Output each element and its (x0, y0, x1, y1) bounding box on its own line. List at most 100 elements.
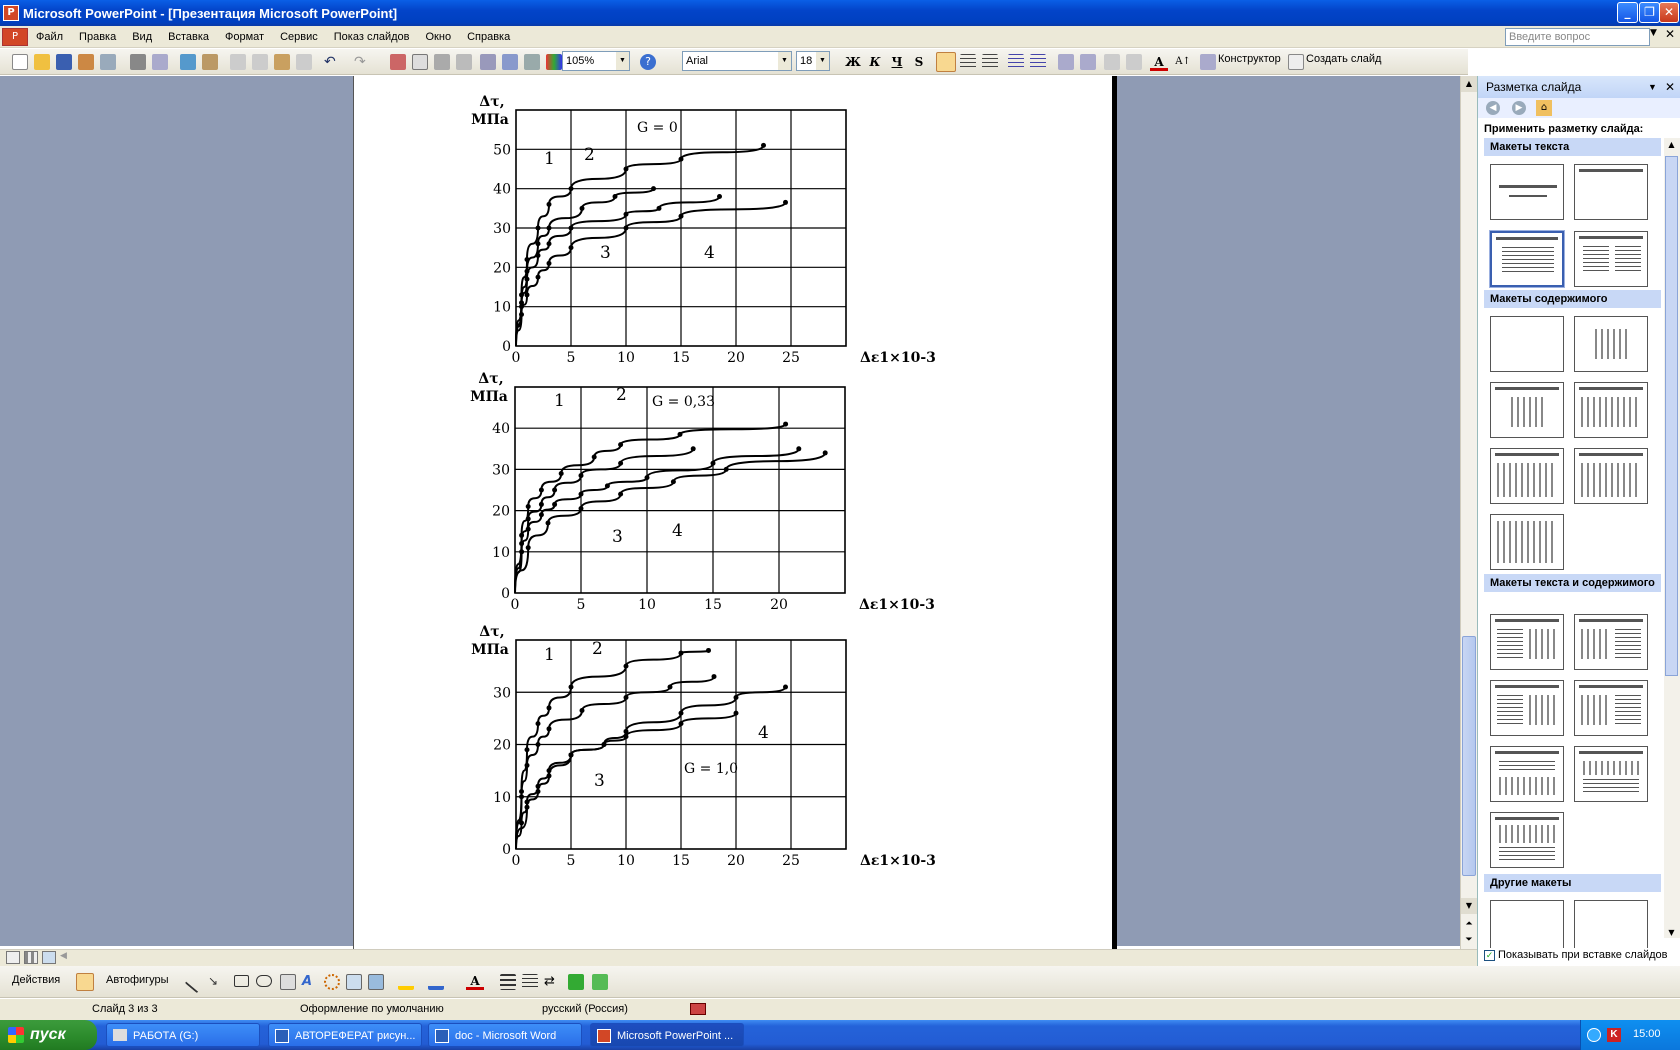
layout-text-content-4[interactable] (1574, 680, 1648, 736)
help-icon[interactable]: ? (640, 54, 656, 70)
layout-title-content[interactable] (1490, 382, 1564, 438)
ask-question-input[interactable]: Введите вопрос (1505, 28, 1650, 46)
align-right-icon[interactable] (982, 54, 998, 70)
align-left-icon[interactable] (936, 52, 956, 72)
layout-text-content-3[interactable] (1490, 680, 1564, 736)
new-slide-button[interactable]: Создать слайд (1306, 53, 1381, 65)
layout-text-content-2[interactable] (1574, 614, 1648, 670)
fill-color-icon[interactable] (398, 974, 414, 990)
slide-sorter-icon[interactable] (24, 951, 38, 964)
zoom-select[interactable]: 105% ▼ (562, 51, 630, 71)
next-slide-icon[interactable]: ⏷ (1461, 932, 1477, 948)
layout-two-column-text[interactable] (1574, 231, 1648, 287)
menu-view[interactable]: Вид (124, 31, 160, 43)
scroll-down-icon[interactable]: ▼ (1461, 898, 1477, 914)
open-icon[interactable] (34, 54, 50, 70)
expand-all-icon[interactable] (480, 54, 496, 70)
menu-slideshow[interactable]: Показ слайдов (326, 31, 418, 43)
format-painter-icon[interactable] (296, 54, 312, 70)
charts-figure[interactable]: 0 5 10 15 20 2501020304050Δτ,МПаΔε1×10-3G = 0… (354, 76, 1116, 949)
designer-button[interactable]: Конструктор (1218, 53, 1281, 65)
menu-tools[interactable]: Сервис (272, 31, 326, 43)
forward-icon[interactable]: ▶ (1512, 101, 1526, 115)
prev-slide-icon[interactable]: ⏶ (1461, 916, 1477, 932)
grid-icon[interactable] (524, 54, 540, 70)
task-powerpoint[interactable]: Microsoft PowerPoint ... (590, 1023, 744, 1047)
show-on-insert-option[interactable]: ✓ Показывать при вставке слайдов (1484, 949, 1668, 961)
scroll-thumb[interactable] (1462, 636, 1476, 876)
powerpoint-app-icon[interactable]: P (3, 5, 19, 21)
menu-format[interactable]: Формат (217, 31, 272, 43)
layout-title-two-content[interactable] (1574, 382, 1648, 438)
layout-title-content-2[interactable] (1490, 448, 1564, 504)
home-icon[interactable]: ⌂ (1536, 100, 1552, 116)
minimize-button[interactable]: _ (1617, 2, 1638, 23)
font-select[interactable]: Arial ▼ (682, 51, 792, 71)
textbox-icon[interactable] (280, 974, 296, 990)
underline-button[interactable]: Ч (888, 53, 906, 71)
layout-text-content-1[interactable] (1490, 614, 1564, 670)
line-spacing-icon[interactable] (1104, 54, 1120, 70)
layout-four-content[interactable] (1490, 514, 1564, 570)
align-center-icon[interactable] (960, 54, 976, 70)
cut-icon[interactable] (230, 54, 246, 70)
layout-text-content-6[interactable] (1574, 746, 1648, 802)
research-icon[interactable] (202, 54, 218, 70)
line-icon[interactable] (184, 970, 208, 994)
menu-window[interactable]: Окно (418, 31, 460, 43)
layout-blank[interactable] (1490, 316, 1564, 372)
clock[interactable]: 15:00 (1633, 1028, 1661, 1040)
insert-chart-icon[interactable] (390, 54, 406, 70)
layout-text-content-5[interactable] (1490, 746, 1564, 802)
tray-network-icon[interactable] (1587, 1028, 1601, 1042)
task-pane-scrollbar[interactable]: ▲ ▼ (1664, 138, 1680, 938)
horizontal-scrollbar[interactable]: ◀ (0, 949, 1477, 966)
arrow-style-icon[interactable]: ⇄ (544, 974, 560, 990)
maximize-button[interactable]: ❐ (1639, 2, 1660, 23)
decrease-indent-icon[interactable] (1058, 54, 1074, 70)
layout-other-2[interactable] (1574, 900, 1648, 948)
copy-icon[interactable] (252, 54, 268, 70)
start-button[interactable]: пуск (0, 1020, 97, 1050)
scroll-left-icon[interactable]: ◀ (60, 951, 67, 961)
doc-close-icon[interactable]: ✕ (1665, 27, 1675, 41)
email-icon[interactable] (100, 54, 116, 70)
tables-borders-icon[interactable] (434, 54, 450, 70)
new-icon[interactable] (12, 54, 28, 70)
task-pane-menu-icon[interactable]: ▼ (1648, 76, 1657, 98)
paste-icon[interactable] (274, 54, 290, 70)
select-pointer-icon[interactable] (76, 973, 94, 991)
layout-other-1[interactable] (1490, 900, 1564, 948)
document-icon[interactable]: P (2, 27, 28, 46)
diagram-icon[interactable] (324, 974, 340, 990)
spelling-icon[interactable] (180, 54, 196, 70)
show-formatting-icon[interactable] (502, 54, 518, 70)
picture-icon[interactable] (368, 974, 384, 990)
spelling-status-icon[interactable] (690, 1003, 706, 1015)
task-word-doc[interactable]: doc - Microsoft Word (428, 1023, 582, 1047)
layout-content[interactable] (1574, 316, 1648, 372)
color-grayscale-icon[interactable] (546, 54, 562, 70)
dash-style-icon[interactable] (522, 974, 538, 990)
shadow-style-icon[interactable] (568, 974, 584, 990)
permission-icon[interactable] (78, 54, 94, 70)
layout-title-only[interactable] (1574, 164, 1648, 220)
italic-button[interactable]: К (866, 53, 884, 71)
normal-view-icon[interactable] (6, 951, 20, 964)
slideshow-view-icon[interactable] (42, 951, 56, 964)
layout-title-four-content[interactable] (1574, 448, 1648, 504)
font-color-icon[interactable]: A (1150, 53, 1168, 71)
oval-icon[interactable] (256, 975, 272, 987)
bold-button[interactable]: Ж (844, 53, 862, 71)
actions-menu[interactable]: Действия (12, 974, 60, 986)
wordart-icon[interactable]: A (302, 974, 318, 990)
undo-icon[interactable]: ↶ (324, 54, 340, 70)
task-word-abstract[interactable]: АВТОРЕФЕРАТ рисун... (268, 1023, 422, 1047)
pane-scroll-down-icon[interactable]: ▼ (1664, 928, 1679, 942)
vertical-scrollbar[interactable]: ▲ ▼ ⏶ ⏷ (1460, 76, 1477, 949)
hyperlink-icon[interactable] (456, 54, 472, 70)
close-button[interactable]: ✕ (1659, 2, 1679, 23)
increase-indent-icon[interactable] (1080, 54, 1096, 70)
menu-file[interactable]: Файл (28, 31, 71, 43)
layout-text-content-7[interactable] (1490, 812, 1564, 868)
